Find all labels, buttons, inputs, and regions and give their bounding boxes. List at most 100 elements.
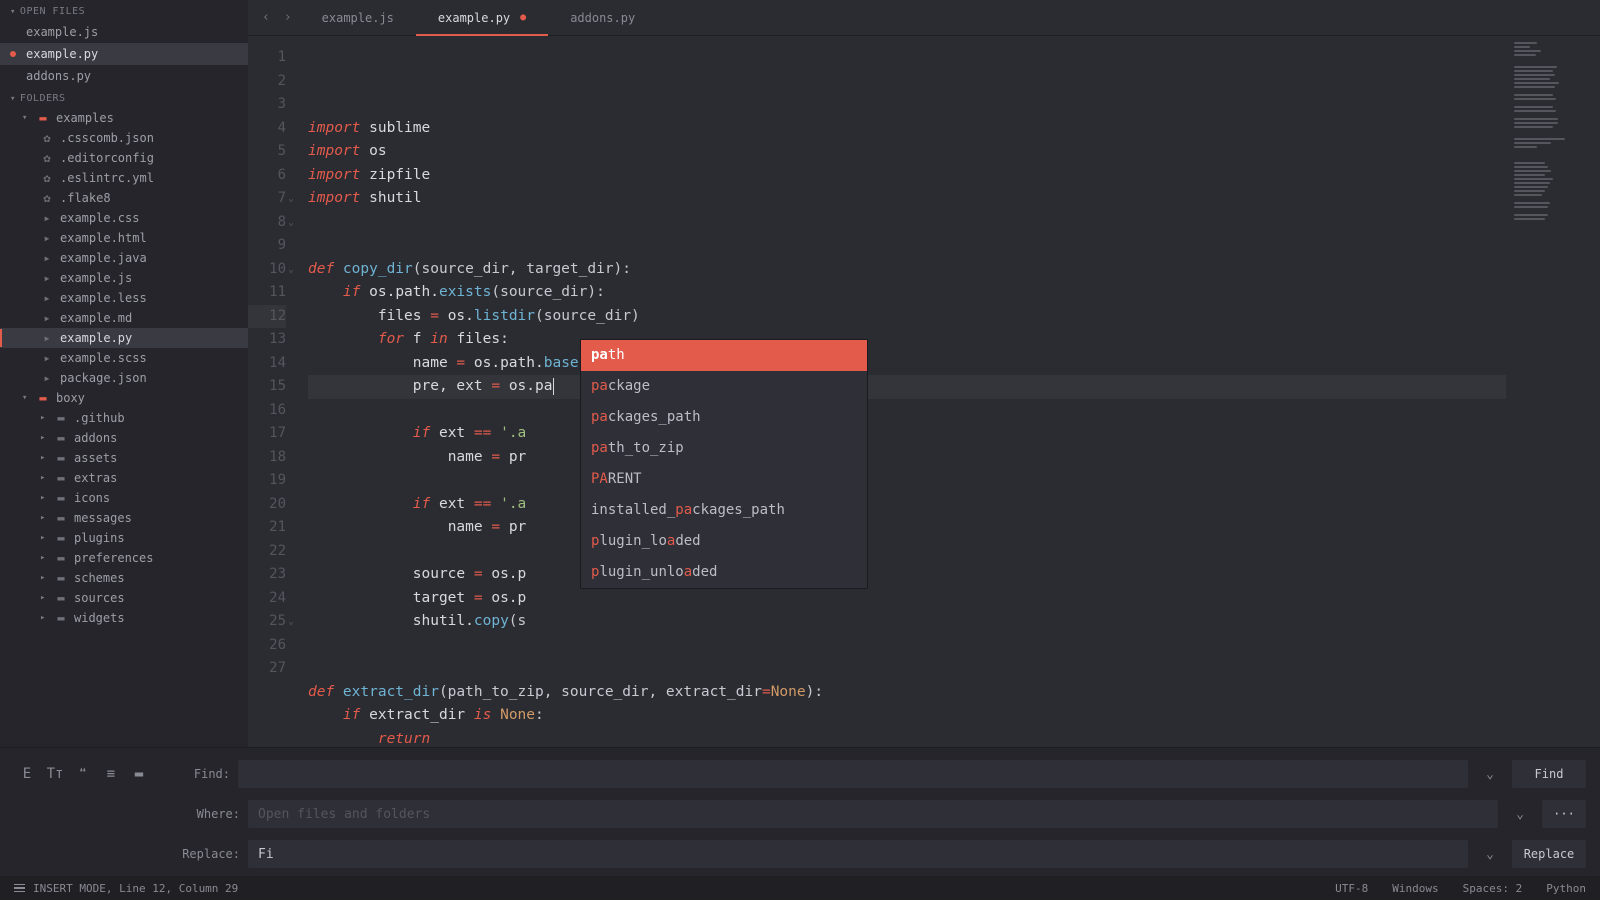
chevron-right-icon: ▸ xyxy=(40,453,48,463)
tree-item-label: .editorconfig xyxy=(60,151,154,165)
folder-icon: ▬ xyxy=(54,611,68,625)
editor-tab[interactable]: addons.py xyxy=(548,0,657,36)
folder-item[interactable]: ▸▬preferences xyxy=(0,548,248,568)
tree-item-label: sources xyxy=(74,591,125,605)
chevron-down-icon: ▾ xyxy=(22,393,30,403)
autocomplete-item[interactable]: package xyxy=(581,371,867,402)
status-mode: INSERT MODE, Line 12, Column 29 xyxy=(33,882,238,895)
open-files-title: OPEN FILES xyxy=(20,6,85,17)
chevron-right-icon: ▸ xyxy=(40,573,48,583)
code-editor[interactable]: import sublimeimport osimport zipfileimp… xyxy=(296,36,1506,747)
file-icon: ▸ xyxy=(40,211,54,225)
folder-item[interactable]: ▸▬schemes xyxy=(0,568,248,588)
folder-item[interactable]: ▸▬plugins xyxy=(0,528,248,548)
replace-button[interactable]: Replace xyxy=(1512,840,1586,868)
menu-icon[interactable] xyxy=(14,884,25,893)
file-item[interactable]: ▸example.html xyxy=(0,228,248,248)
editor-tab[interactable]: example.py● xyxy=(416,0,548,36)
status-indent[interactable]: Spaces: 2 xyxy=(1463,882,1523,895)
autocomplete-item[interactable]: plugin_loaded xyxy=(581,526,867,557)
tab-next-button[interactable]: › xyxy=(278,10,298,25)
chevron-right-icon: ▸ xyxy=(40,473,48,483)
tree-item-label: widgets xyxy=(74,611,125,625)
open-file-item[interactable]: example.py xyxy=(0,43,248,65)
folder-item[interactable]: ▾▬boxy xyxy=(0,388,248,408)
folder-item[interactable]: ▸▬icons xyxy=(0,488,248,508)
chevron-down-icon: ▾ xyxy=(10,7,16,17)
folder-item[interactable]: ▸▬.github xyxy=(0,408,248,428)
find-button[interactable]: Find xyxy=(1512,760,1586,788)
tab-prev-button[interactable]: ‹ xyxy=(256,10,276,25)
whole-word-icon[interactable]: ❝ xyxy=(70,762,96,786)
file-item[interactable]: ✿.csscomb.json xyxy=(0,128,248,148)
folder-item[interactable]: ▸▬messages xyxy=(0,508,248,528)
autocomplete-item[interactable]: path xyxy=(581,340,867,371)
file-item[interactable]: ▸example.md xyxy=(0,308,248,328)
open-file-item[interactable]: addons.py xyxy=(0,65,248,87)
open-files-header[interactable]: ▾ OPEN FILES xyxy=(0,0,248,21)
chevron-right-icon: ▸ xyxy=(40,533,48,543)
tab-label: example.py xyxy=(438,11,510,25)
folder-item[interactable]: ▸▬widgets xyxy=(0,608,248,628)
tree-item-label: examples xyxy=(56,111,114,125)
folder-icon: ▬ xyxy=(54,551,68,565)
file-item[interactable]: ▸example.java xyxy=(0,248,248,268)
file-icon: ▸ xyxy=(40,251,54,265)
minimap[interactable] xyxy=(1506,36,1600,747)
file-icon: ▸ xyxy=(40,351,54,365)
tree-item-label: example.html xyxy=(60,231,147,245)
folder-icon: ▬ xyxy=(54,571,68,585)
folder-item[interactable]: ▸▬assets xyxy=(0,448,248,468)
tree-item-label: example.md xyxy=(60,311,132,325)
where-options-button[interactable]: ··· xyxy=(1542,800,1586,828)
regex-icon[interactable]: E xyxy=(14,762,40,786)
folder-icon: ▬ xyxy=(54,591,68,605)
where-history-dropdown[interactable]: ⌄ xyxy=(1506,800,1534,828)
folder-item[interactable]: ▸▬extras xyxy=(0,468,248,488)
find-replace-panel: ETт❝≡▬ Find: ⌄ Find Where: ⌄ ··· Replace… xyxy=(0,747,1600,876)
chevron-right-icon: ▸ xyxy=(40,553,48,563)
file-item[interactable]: ▸example.css xyxy=(0,208,248,228)
folders-header[interactable]: ▾ FOLDERS xyxy=(0,87,248,108)
open-file-item[interactable]: example.js xyxy=(0,21,248,43)
autocomplete-item[interactable]: PARENT xyxy=(581,464,867,495)
line-gutter[interactable]: 1234567891011121314151617181920212223242… xyxy=(248,36,296,747)
file-item[interactable]: ✿.editorconfig xyxy=(0,148,248,168)
find-history-dropdown[interactable]: ⌄ xyxy=(1476,760,1504,788)
file-item[interactable]: ▸example.scss xyxy=(0,348,248,368)
autocomplete-item[interactable]: plugin_unloaded xyxy=(581,557,867,588)
editor-tab[interactable]: example.js xyxy=(300,0,416,36)
gear-icon: ✿ xyxy=(40,191,54,205)
tree-item-label: package.json xyxy=(60,371,147,385)
tree-item-label: .flake8 xyxy=(60,191,111,205)
folder-item[interactable]: ▾▬examples xyxy=(0,108,248,128)
chevron-right-icon: ▸ xyxy=(40,593,48,603)
autocomplete-item[interactable]: path_to_zip xyxy=(581,433,867,464)
tab-label: addons.py xyxy=(570,11,635,25)
file-item[interactable]: ▸example.js xyxy=(0,268,248,288)
replace-input[interactable] xyxy=(248,840,1468,868)
tree-item-label: extras xyxy=(74,471,117,485)
file-item[interactable]: ✿.eslintrc.yml xyxy=(0,168,248,188)
wrap-icon[interactable]: ≡ xyxy=(98,762,124,786)
status-encoding[interactable]: UTF-8 xyxy=(1335,882,1368,895)
in-selection-icon[interactable]: ▬ xyxy=(126,762,152,786)
replace-history-dropdown[interactable]: ⌄ xyxy=(1476,840,1504,868)
file-item[interactable]: ▸package.json xyxy=(0,368,248,388)
status-line-endings[interactable]: Windows xyxy=(1392,882,1438,895)
folder-item[interactable]: ▸▬addons xyxy=(0,428,248,448)
where-input[interactable] xyxy=(248,800,1498,828)
file-item[interactable]: ▸example.py xyxy=(0,328,248,348)
tree-item-label: .csscomb.json xyxy=(60,131,154,145)
status-syntax[interactable]: Python xyxy=(1546,882,1586,895)
file-item[interactable]: ✿ .flake8 xyxy=(0,188,248,208)
folder-item[interactable]: ▸ ▬ sources xyxy=(0,588,248,608)
file-item[interactable]: ▸example.less xyxy=(0,288,248,308)
find-input[interactable] xyxy=(238,760,1468,788)
autocomplete-item[interactable]: packages_path xyxy=(581,402,867,433)
case-icon[interactable]: Tт xyxy=(42,762,68,786)
folders-title: FOLDERS xyxy=(20,93,66,104)
tree-item-label: .github xyxy=(74,411,125,425)
tree-item-label: plugins xyxy=(74,531,125,545)
autocomplete-item[interactable]: installed_packages_path xyxy=(581,495,867,526)
